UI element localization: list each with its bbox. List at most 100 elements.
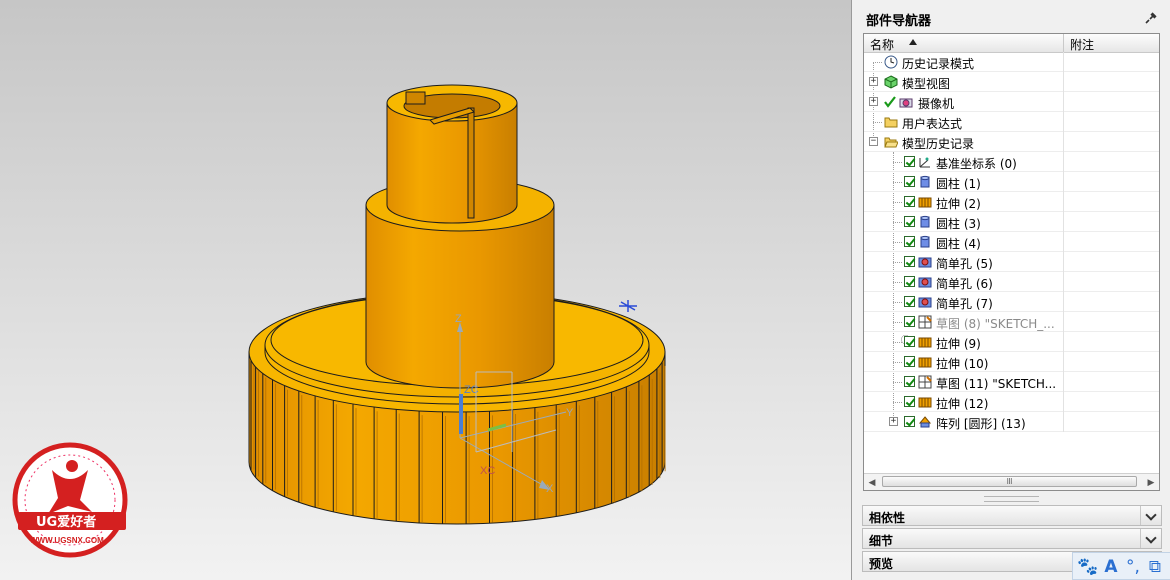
cylinder-icon [920,215,930,228]
cylinder-icon [920,175,930,188]
extrude-icon [918,197,932,208]
punctuation-icon[interactable]: °, [1123,557,1143,577]
axis-x-label: X [546,483,554,495]
extrude-icon [918,357,932,368]
navigator-title: 部件导航器 [866,13,932,28]
axis-zc-label: ZC [464,384,479,396]
camera-icon [899,98,913,108]
tree-item-feature[interactable]: 拉伸 (10) [864,352,1159,372]
visibility-checkbox[interactable] [904,376,915,387]
scroll-right-icon[interactable]: ▶ [1143,474,1159,490]
tree-item-user-expressions[interactable]: 用户表达式 [864,112,1159,132]
tree-item-label: 简单孔 (6) [936,277,993,291]
visibility-checkbox[interactable] [904,196,915,207]
watermark-url: WWW.UGSNX.COM [30,536,104,545]
chevron-down-icon[interactable] [1140,506,1161,525]
tree-item-label: 简单孔 (7) [936,297,993,311]
tree-item-cameras[interactable]: + 摄像机 [864,92,1159,112]
section-details[interactable]: 细节 [862,528,1162,549]
visibility-checkbox[interactable] [904,416,915,427]
hole-icon [918,297,932,308]
axis-xc-label: XC [480,465,495,477]
tree-item-label: 圆柱 (3) [936,217,981,231]
sketch-icon [918,315,932,329]
tree-item-feature[interactable]: 基准坐标系 (0) [864,152,1159,172]
tree-item-label: 阵列 [圆形] (13) [936,417,1026,431]
visibility-checkbox[interactable] [904,316,915,327]
tree-item-label: 基准坐标系 (0) [936,157,1017,171]
tree-item-label: 拉伸 (9) [936,337,981,351]
navigator-tree[interactable]: 名称 附注 历史记录模式 + 模型视图 + 摄像机 用户表达式 − 模型历史记录… [863,33,1160,491]
visibility-checkbox[interactable] [904,176,915,187]
axis-y-label: Y [566,407,574,419]
tree-item-feature[interactable]: 圆柱 (3) [864,212,1159,232]
ime-toolbar: 🐾 A °, ⧉ [1072,552,1170,580]
scroll-left-icon[interactable]: ◀ [864,474,880,490]
tree-item-model-views[interactable]: + 模型视图 [864,72,1159,92]
checkmark-icon [884,96,896,108]
model-render[interactable]: Z ZC Y X XC UG爱好者 WWW.UGSNX.COM [0,0,851,580]
tree-item-label: 草图 (11) "SKETCH... [936,377,1057,391]
triad-glyph [619,300,637,312]
column-name-header[interactable]: 名称 [870,36,894,53]
tree-item-feature[interactable]: 草图 (8) "SKETCH_... [864,312,1159,332]
tree-item-history-mode[interactable]: 历史记录模式 [864,52,1159,72]
visibility-checkbox[interactable] [904,336,915,347]
tree-item-label: 模型历史记录 [902,137,975,151]
graphics-viewport[interactable]: Z ZC Y X XC UG爱好者 WWW.UGSNX.COM [0,0,851,580]
horizontal-scrollbar[interactable]: ◀ lll ▶ [864,473,1159,490]
collapse-icon[interactable]: − [869,137,878,146]
tree-item-feature[interactable]: 简单孔 (6) [864,272,1159,292]
navigator-header: 部件导航器 [852,4,1169,30]
text-a-icon[interactable]: A [1101,557,1121,577]
tree-item-feature[interactable]: 圆柱 (4) [864,232,1159,252]
hole-icon [918,277,932,288]
clock-icon [884,55,898,69]
crop-icon[interactable]: ⧉ [1145,557,1165,577]
panel-splitter[interactable] [984,496,1039,502]
tree-item-feature[interactable]: 拉伸 (12) [864,392,1159,412]
tree-item-feature[interactable]: ⓘ拉伸 (9) [864,332,1159,352]
visibility-checkbox[interactable] [904,156,915,167]
visibility-checkbox[interactable] [904,236,915,247]
extrude-icon [918,337,932,348]
visibility-checkbox[interactable] [904,216,915,227]
tree-item-label: 拉伸 (10) [936,357,989,371]
folder-open-icon [884,137,898,148]
visibility-checkbox[interactable] [904,396,915,407]
tree-item-label: 圆柱 (4) [936,237,981,251]
column-note-header[interactable]: 附注 [1070,36,1094,53]
section-title: 相依性 [869,511,906,525]
tree-item-feature[interactable]: 简单孔 (5) [864,252,1159,272]
model-view-icon [884,75,898,89]
sort-ascending-icon[interactable] [909,39,917,45]
tree-item-label: 模型视图 [902,77,951,91]
scroll-thumb[interactable]: lll [882,476,1137,487]
expand-icon[interactable]: + [889,417,898,426]
expand-icon[interactable]: + [869,97,878,106]
tree-column-header: 名称 附注 [864,34,1159,53]
tree-item-feature[interactable]: 拉伸 (2) [864,192,1159,212]
tree-item-feature[interactable]: 圆柱 (1) [864,172,1159,192]
tree-item-feature[interactable]: 草图 (11) "SKETCH... [864,372,1159,392]
tree-item-feature[interactable]: 简单孔 (7) [864,292,1159,312]
tree-item-label: 圆柱 (1) [936,177,981,191]
pin-icon[interactable] [1145,10,1159,24]
tree-item-label: 历史记录模式 [902,57,975,71]
tree-item-feature[interactable]: + 阵列 [圆形] (13) [864,412,1159,432]
expand-icon[interactable]: + [869,77,878,86]
tree-item-label: 拉伸 (2) [936,197,981,211]
top-cylinder [386,84,518,224]
tree-item-model-history[interactable]: − 模型历史记录 [864,132,1159,152]
visibility-checkbox[interactable] [904,296,915,307]
section-dependencies[interactable]: 相依性 [862,505,1162,526]
hole-icon [918,257,932,268]
visibility-checkbox[interactable] [904,276,915,287]
visibility-checkbox[interactable] [904,356,915,367]
ugsnx-logo: UG爱好者 WWW.UGSNX.COM [12,442,128,558]
section-title: 细节 [869,534,894,548]
paw-icon[interactable]: 🐾 [1077,557,1098,577]
chevron-down-icon[interactable] [1140,529,1161,548]
visibility-checkbox[interactable] [904,256,915,267]
extrude-icon [918,397,932,408]
